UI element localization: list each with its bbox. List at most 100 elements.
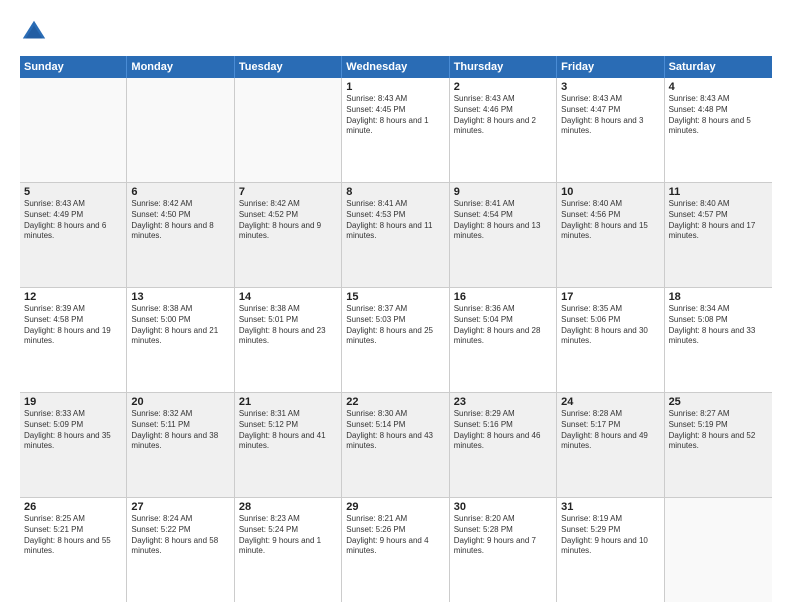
cell-info: Sunrise: 8:23 AMSunset: 5:24 PMDaylight:…: [239, 514, 337, 557]
cal-day-7: 7Sunrise: 8:42 AMSunset: 4:52 PMDaylight…: [235, 183, 342, 287]
day-number: 15: [346, 291, 444, 303]
calendar-header: SundayMondayTuesdayWednesdayThursdayFrid…: [20, 56, 772, 78]
cell-info: Sunrise: 8:21 AMSunset: 5:26 PMDaylight:…: [346, 514, 444, 557]
calendar-row-3: 12Sunrise: 8:39 AMSunset: 4:58 PMDayligh…: [20, 288, 772, 393]
day-number: 18: [669, 291, 768, 303]
cal-empty-0-0: [20, 78, 127, 182]
calendar-row-1: 1Sunrise: 8:43 AMSunset: 4:45 PMDaylight…: [20, 78, 772, 183]
cal-empty-0-2: [235, 78, 342, 182]
cal-day-19: 19Sunrise: 8:33 AMSunset: 5:09 PMDayligh…: [20, 393, 127, 497]
cal-day-22: 22Sunrise: 8:30 AMSunset: 5:14 PMDayligh…: [342, 393, 449, 497]
day-number: 20: [131, 396, 229, 408]
header-day-wednesday: Wednesday: [342, 56, 449, 78]
cal-day-12: 12Sunrise: 8:39 AMSunset: 4:58 PMDayligh…: [20, 288, 127, 392]
cal-day-30: 30Sunrise: 8:20 AMSunset: 5:28 PMDayligh…: [450, 498, 557, 602]
cell-info: Sunrise: 8:40 AMSunset: 4:57 PMDaylight:…: [669, 199, 768, 242]
day-number: 24: [561, 396, 659, 408]
cal-day-20: 20Sunrise: 8:32 AMSunset: 5:11 PMDayligh…: [127, 393, 234, 497]
cell-info: Sunrise: 8:24 AMSunset: 5:22 PMDaylight:…: [131, 514, 229, 557]
day-number: 12: [24, 291, 122, 303]
cal-day-10: 10Sunrise: 8:40 AMSunset: 4:56 PMDayligh…: [557, 183, 664, 287]
cal-empty-0-1: [127, 78, 234, 182]
cal-day-26: 26Sunrise: 8:25 AMSunset: 5:21 PMDayligh…: [20, 498, 127, 602]
cell-info: Sunrise: 8:40 AMSunset: 4:56 PMDaylight:…: [561, 199, 659, 242]
cell-info: Sunrise: 8:31 AMSunset: 5:12 PMDaylight:…: [239, 409, 337, 452]
day-number: 28: [239, 501, 337, 513]
header-day-saturday: Saturday: [665, 56, 772, 78]
cell-info: Sunrise: 8:29 AMSunset: 5:16 PMDaylight:…: [454, 409, 552, 452]
day-number: 14: [239, 291, 337, 303]
header-day-monday: Monday: [127, 56, 234, 78]
cell-info: Sunrise: 8:28 AMSunset: 5:17 PMDaylight:…: [561, 409, 659, 452]
day-number: 3: [561, 81, 659, 93]
cell-info: Sunrise: 8:36 AMSunset: 5:04 PMDaylight:…: [454, 304, 552, 347]
cal-day-15: 15Sunrise: 8:37 AMSunset: 5:03 PMDayligh…: [342, 288, 449, 392]
cal-day-18: 18Sunrise: 8:34 AMSunset: 5:08 PMDayligh…: [665, 288, 772, 392]
day-number: 27: [131, 501, 229, 513]
cal-day-25: 25Sunrise: 8:27 AMSunset: 5:19 PMDayligh…: [665, 393, 772, 497]
cal-day-6: 6Sunrise: 8:42 AMSunset: 4:50 PMDaylight…: [127, 183, 234, 287]
cal-day-11: 11Sunrise: 8:40 AMSunset: 4:57 PMDayligh…: [665, 183, 772, 287]
day-number: 19: [24, 396, 122, 408]
cal-day-3: 3Sunrise: 8:43 AMSunset: 4:47 PMDaylight…: [557, 78, 664, 182]
cell-info: Sunrise: 8:34 AMSunset: 5:08 PMDaylight:…: [669, 304, 768, 347]
day-number: 17: [561, 291, 659, 303]
cell-info: Sunrise: 8:39 AMSunset: 4:58 PMDaylight:…: [24, 304, 122, 347]
calendar-row-2: 5Sunrise: 8:43 AMSunset: 4:49 PMDaylight…: [20, 183, 772, 288]
day-number: 1: [346, 81, 444, 93]
cell-info: Sunrise: 8:30 AMSunset: 5:14 PMDaylight:…: [346, 409, 444, 452]
cell-info: Sunrise: 8:43 AMSunset: 4:45 PMDaylight:…: [346, 94, 444, 137]
day-number: 23: [454, 396, 552, 408]
cal-day-17: 17Sunrise: 8:35 AMSunset: 5:06 PMDayligh…: [557, 288, 664, 392]
cell-info: Sunrise: 8:38 AMSunset: 5:01 PMDaylight:…: [239, 304, 337, 347]
cal-day-31: 31Sunrise: 8:19 AMSunset: 5:29 PMDayligh…: [557, 498, 664, 602]
cal-day-5: 5Sunrise: 8:43 AMSunset: 4:49 PMDaylight…: [20, 183, 127, 287]
day-number: 5: [24, 186, 122, 198]
header: [20, 18, 772, 46]
cal-day-21: 21Sunrise: 8:31 AMSunset: 5:12 PMDayligh…: [235, 393, 342, 497]
cell-info: Sunrise: 8:42 AMSunset: 4:52 PMDaylight:…: [239, 199, 337, 242]
cal-day-2: 2Sunrise: 8:43 AMSunset: 4:46 PMDaylight…: [450, 78, 557, 182]
cal-day-16: 16Sunrise: 8:36 AMSunset: 5:04 PMDayligh…: [450, 288, 557, 392]
calendar-row-4: 19Sunrise: 8:33 AMSunset: 5:09 PMDayligh…: [20, 393, 772, 498]
cell-info: Sunrise: 8:33 AMSunset: 5:09 PMDaylight:…: [24, 409, 122, 452]
day-number: 22: [346, 396, 444, 408]
logo: [20, 18, 52, 46]
page: SundayMondayTuesdayWednesdayThursdayFrid…: [0, 0, 792, 612]
cell-info: Sunrise: 8:41 AMSunset: 4:53 PMDaylight:…: [346, 199, 444, 242]
calendar: SundayMondayTuesdayWednesdayThursdayFrid…: [20, 56, 772, 602]
day-number: 6: [131, 186, 229, 198]
cell-info: Sunrise: 8:43 AMSunset: 4:49 PMDaylight:…: [24, 199, 122, 242]
day-number: 25: [669, 396, 768, 408]
cell-info: Sunrise: 8:37 AMSunset: 5:03 PMDaylight:…: [346, 304, 444, 347]
cell-info: Sunrise: 8:43 AMSunset: 4:46 PMDaylight:…: [454, 94, 552, 137]
cal-day-24: 24Sunrise: 8:28 AMSunset: 5:17 PMDayligh…: [557, 393, 664, 497]
day-number: 2: [454, 81, 552, 93]
header-day-tuesday: Tuesday: [235, 56, 342, 78]
day-number: 13: [131, 291, 229, 303]
cell-info: Sunrise: 8:43 AMSunset: 4:48 PMDaylight:…: [669, 94, 768, 137]
day-number: 8: [346, 186, 444, 198]
cell-info: Sunrise: 8:38 AMSunset: 5:00 PMDaylight:…: [131, 304, 229, 347]
calendar-body: 1Sunrise: 8:43 AMSunset: 4:45 PMDaylight…: [20, 78, 772, 602]
cell-info: Sunrise: 8:42 AMSunset: 4:50 PMDaylight:…: [131, 199, 229, 242]
cal-day-14: 14Sunrise: 8:38 AMSunset: 5:01 PMDayligh…: [235, 288, 342, 392]
logo-icon: [20, 18, 48, 46]
day-number: 9: [454, 186, 552, 198]
cal-day-27: 27Sunrise: 8:24 AMSunset: 5:22 PMDayligh…: [127, 498, 234, 602]
day-number: 21: [239, 396, 337, 408]
day-number: 16: [454, 291, 552, 303]
header-day-friday: Friday: [557, 56, 664, 78]
calendar-row-5: 26Sunrise: 8:25 AMSunset: 5:21 PMDayligh…: [20, 498, 772, 602]
header-day-thursday: Thursday: [450, 56, 557, 78]
cal-day-23: 23Sunrise: 8:29 AMSunset: 5:16 PMDayligh…: [450, 393, 557, 497]
cal-day-8: 8Sunrise: 8:41 AMSunset: 4:53 PMDaylight…: [342, 183, 449, 287]
header-day-sunday: Sunday: [20, 56, 127, 78]
cell-info: Sunrise: 8:19 AMSunset: 5:29 PMDaylight:…: [561, 514, 659, 557]
day-number: 29: [346, 501, 444, 513]
day-number: 7: [239, 186, 337, 198]
cal-day-29: 29Sunrise: 8:21 AMSunset: 5:26 PMDayligh…: [342, 498, 449, 602]
cell-info: Sunrise: 8:41 AMSunset: 4:54 PMDaylight:…: [454, 199, 552, 242]
cell-info: Sunrise: 8:35 AMSunset: 5:06 PMDaylight:…: [561, 304, 659, 347]
cal-empty-4-6: [665, 498, 772, 602]
